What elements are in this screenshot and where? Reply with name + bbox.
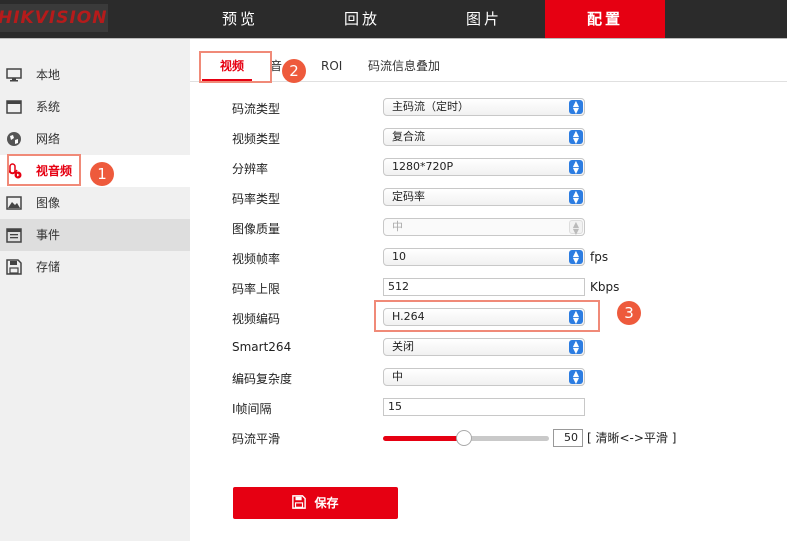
- sidebar-item-event[interactable]: 事件: [0, 219, 190, 251]
- save-button[interactable]: 保存: [233, 487, 398, 519]
- smart264-select[interactable]: 关闭 ▲ ▼: [383, 338, 585, 356]
- sidebar-item-network[interactable]: 网络: [0, 123, 190, 155]
- sidebar: 本地 系统 网络 视音频 图像 事件 存储 1: [0, 39, 190, 541]
- encoding-complexity-label: 编码复杂度: [232, 372, 293, 386]
- max-bitrate-input[interactable]: 512: [383, 278, 585, 296]
- callout-badge-1: 1: [90, 162, 114, 186]
- chevron-updown-icon: ▲ ▼: [569, 100, 583, 115]
- encoding-complexity-value: 中: [392, 370, 403, 383]
- calendar-icon: [6, 228, 22, 243]
- resolution-select[interactable]: 1280*720P ▲ ▼: [383, 158, 585, 176]
- sidebar-item-label: 事件: [36, 228, 61, 242]
- stream-type-select[interactable]: 主码流（定时） ▲ ▼: [383, 98, 585, 116]
- callout-highlight-3: [374, 300, 600, 332]
- window-icon: [6, 100, 22, 114]
- chevron-updown-icon: ▲ ▼: [569, 160, 583, 175]
- nav-preview[interactable]: 预览: [180, 0, 300, 38]
- resolution-label: 分辨率: [232, 162, 269, 176]
- sidebar-item-storage[interactable]: 存储: [0, 251, 190, 283]
- sidebar-item-label: 本地: [36, 68, 61, 82]
- nav-playback[interactable]: 回放: [302, 0, 422, 38]
- bitrate-type-value: 定码率: [392, 190, 425, 203]
- save-icon: [292, 495, 307, 509]
- video-type-label: 视频类型: [232, 132, 281, 146]
- chevron-updown-icon: ▲ ▼: [569, 370, 583, 385]
- encoding-complexity-select[interactable]: 中 ▲ ▼: [383, 368, 585, 386]
- chevron-updown-icon: ▲ ▼: [569, 220, 583, 236]
- video-type-value: 复合流: [392, 130, 425, 143]
- sidebar-item-local[interactable]: 本地: [0, 59, 190, 91]
- callout-highlight-2: [199, 51, 272, 83]
- globe-icon: [7, 132, 21, 146]
- frame-rate-label: 视频帧率: [232, 252, 281, 266]
- tab-roi[interactable]: ROI: [321, 55, 342, 77]
- image-quality-value: 中: [392, 220, 403, 233]
- sidebar-item-label: 网络: [36, 132, 61, 146]
- tab-stream-info-overlay[interactable]: 码流信息叠加: [368, 55, 440, 77]
- frame-rate-select[interactable]: 10 ▲ ▼: [383, 248, 585, 266]
- chevron-updown-icon: ▲ ▼: [569, 340, 583, 355]
- stream-type-label: 码流类型: [232, 102, 281, 116]
- chevron-updown-icon: ▲ ▼: [569, 130, 583, 145]
- stream-smoothing-hint: [ 清晰<->平滑 ]: [587, 431, 677, 445]
- logo: HIKVISION: [0, 4, 108, 32]
- max-bitrate-unit: Kbps: [590, 280, 620, 294]
- stream-smoothing-input[interactable]: 50: [553, 429, 583, 447]
- monitor-icon: [6, 68, 22, 82]
- save-button-label: 保存: [314, 496, 339, 510]
- main-panel: 视频 音 ROI 码流信息叠加 2 码流类型 主码流（定时） ▲ ▼ 视频类型 复合…: [190, 39, 787, 541]
- sidebar-item-label: 存储: [36, 260, 61, 274]
- slider-track-empty[interactable]: [465, 436, 549, 441]
- slider-track-filled[interactable]: [383, 436, 465, 441]
- nav-configuration[interactable]: 配置: [545, 0, 665, 38]
- slider-thumb[interactable]: [456, 430, 472, 446]
- resolution-value: 1280*720P: [392, 160, 454, 173]
- frame-rate-value: 10: [392, 250, 406, 263]
- video-type-select[interactable]: 复合流 ▲ ▼: [383, 128, 585, 146]
- top-bar: HIKVISION 预览 回放 图片 配置: [0, 0, 787, 39]
- i-frame-interval-input[interactable]: 15: [383, 398, 585, 416]
- chevron-updown-icon: ▲ ▼: [569, 190, 583, 205]
- smart264-label: Smart264: [232, 340, 292, 354]
- bitrate-type-select[interactable]: 定码率 ▲ ▼: [383, 188, 585, 206]
- image-icon: [6, 196, 22, 210]
- callout-badge-2: 2: [282, 59, 306, 83]
- stream-type-value: 主码流（定时）: [392, 100, 469, 113]
- callout-highlight-1: [7, 154, 81, 186]
- image-quality-select: 中 ▲ ▼: [383, 218, 585, 236]
- sidebar-item-label: 图像: [36, 196, 61, 210]
- stream-smoothing-label: 码流平滑: [232, 432, 281, 446]
- tab-divider: [190, 81, 787, 82]
- save-icon: [6, 259, 22, 275]
- callout-badge-3: 3: [617, 301, 641, 325]
- video-encoding-label: 视频编码: [232, 312, 281, 326]
- frame-rate-unit: fps: [590, 250, 609, 264]
- smart264-value: 关闭: [392, 340, 414, 353]
- nav-picture[interactable]: 图片: [424, 0, 544, 38]
- max-bitrate-label: 码率上限: [232, 282, 281, 296]
- bitrate-type-label: 码率类型: [232, 192, 281, 206]
- i-frame-interval-label: I帧间隔: [232, 402, 272, 416]
- image-quality-label: 图像质量: [232, 222, 281, 236]
- sidebar-item-system[interactable]: 系统: [0, 91, 190, 123]
- chevron-updown-icon: ▲ ▼: [569, 250, 583, 265]
- sidebar-item-label: 系统: [36, 100, 61, 114]
- sidebar-item-image[interactable]: 图像: [0, 187, 190, 219]
